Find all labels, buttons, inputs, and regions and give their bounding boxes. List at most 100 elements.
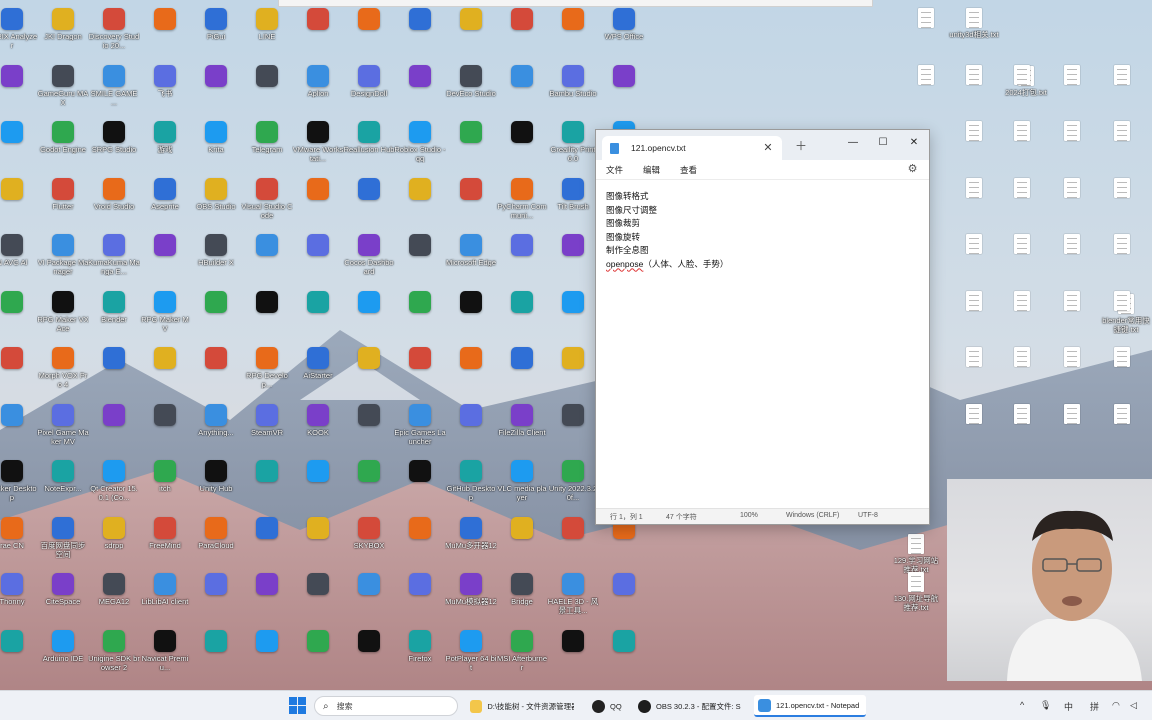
desktop-shortcut[interactable]: Tilt Brush [547,174,599,230]
desktop-shortcut[interactable]: SRPG Studio [88,117,140,173]
desktop-shortcut[interactable]: Krita [190,117,242,173]
desktop-shortcut[interactable]: LibLibAI client [139,569,191,625]
desktop-shortcut[interactable]: N AVG Al [0,230,38,286]
desktop-shortcut[interactable] [292,626,344,682]
desktop-shortcut[interactable] [496,287,548,343]
desktop-shortcut[interactable] [445,174,497,230]
desktop-shortcut[interactable]: SteamVR [241,400,293,456]
desktop-shortcut[interactable]: PiGui [190,4,242,60]
desktop-shortcut[interactable]: Unigine SDK browser 2 [88,626,140,682]
desktop-shortcut[interactable] [394,230,446,286]
taskbar-search[interactable]: ⌕ 搜索 [314,696,458,716]
desktop-shortcut[interactable] [292,456,344,512]
new-tab-icon[interactable]: ＋ [794,139,808,153]
desktop-shortcut[interactable]: MuMu模拟器12 [445,569,497,625]
desktop-shortcut[interactable]: JK! Dragon [37,4,89,60]
desktop-file[interactable] [996,230,1048,286]
desktop-shortcut[interactable] [445,117,497,173]
desktop-shortcut[interactable] [0,61,38,117]
notepad-text-area[interactable]: 图像转格式 图像尺寸调整 图像裁剪 图像旋转 制作全息图 openpose（人体… [596,180,929,500]
desktop-shortcut[interactable]: RPG Maker VX Ace [37,287,89,343]
desktop-shortcut[interactable]: VMware Workstati... [292,117,344,173]
desktop-shortcut[interactable] [190,626,242,682]
desktop-shortcut[interactable] [445,4,497,60]
desktop-shortcut[interactable]: Qt Creator 15.0.1 (Co... [88,456,140,512]
minimize-icon[interactable]: — [839,134,867,152]
desktop-file[interactable]: 130.网址导航推荐.txt [890,568,942,624]
desktop-shortcut[interactable]: Aplion [292,61,344,117]
desktop-shortcut[interactable]: Docker Desktop [0,456,38,512]
volume-icon[interactable]: ◁ [1130,700,1137,711]
desktop-shortcut[interactable]: Visual Studio Code [241,174,293,230]
desktop-shortcut[interactable]: PyCharm Communi... [496,174,548,230]
desktop-shortcut[interactable] [394,456,446,512]
desktop-shortcut[interactable]: SKYBOX [343,513,395,569]
desktop-file[interactable] [1096,230,1148,286]
desktop-shortcut[interactable] [343,174,395,230]
desktop-shortcut[interactable]: Firefox [394,626,446,682]
desktop-shortcut[interactable]: CiteSpace [37,569,89,625]
desktop-shortcut[interactable]: HAELE 3D - 风景工具... [547,569,599,625]
desktop-shortcut[interactable]: Blender [88,287,140,343]
desktop-shortcut[interactable]: AiStarter [292,343,344,399]
microphone-icon[interactable]: 🎙 [1040,700,1051,711]
desktop-shortcut[interactable] [394,569,446,625]
desktop-shortcut[interactable] [547,400,599,456]
desktop-file[interactable] [900,4,952,60]
desktop-shortcut[interactable]: VI Package Manager [37,230,89,286]
tray-ime-mode[interactable]: 中 [1064,700,1073,713]
desktop-shortcut[interactable]: Unity 2022.3.20f... [547,456,599,512]
notepad-tab[interactable]: 121.opencv.txt ✕ [602,136,782,160]
desktop-shortcut[interactable] [190,569,242,625]
desktop-shortcut[interactable]: PotPlayer 64 bit [445,626,497,682]
desktop-shortcut[interactable] [0,287,38,343]
desktop-shortcut[interactable] [241,61,293,117]
desktop-shortcut[interactable] [0,400,38,456]
desktop-shortcut[interactable] [547,626,599,682]
desktop-file[interactable]: unity3d相关.txt [948,4,1000,60]
desktop-shortcut[interactable] [547,230,599,286]
taskbar-item-explorer[interactable]: D:\技能树 - 文件资源管理器 [466,695,578,717]
desktop-file[interactable] [900,61,952,117]
desktop-file[interactable] [948,343,1000,399]
notepad-window[interactable]: 121.opencv.txt ✕ ＋ — ☐ ✕ 文件 编辑 查看 ⚙ 图像转格… [595,129,930,525]
desktop-shortcut[interactable] [190,61,242,117]
desktop-shortcut[interactable]: FileZilla Client [496,400,548,456]
desktop-file[interactable] [948,117,1000,173]
desktop-file[interactable] [948,287,1000,343]
desktop-shortcut[interactable] [343,626,395,682]
desktop-shortcut[interactable]: Anything... [190,400,242,456]
desktop-shortcut[interactable]: Epic Games Launcher [394,400,446,456]
desktop-file[interactable] [1046,400,1098,456]
desktop-shortcut[interactable]: RPG Develop... [241,343,293,399]
taskbar-item-obs[interactable]: OBS 30.2.3 - 配置文件: S [634,695,748,717]
desktop-shortcut[interactable] [292,230,344,286]
tray-overflow-icon[interactable]: ^ [1020,700,1024,710]
desktop-shortcut[interactable]: VLC media player [496,456,548,512]
desktop-shortcut[interactable]: Godot Engine [37,117,89,173]
status-zoom[interactable]: 100% [740,512,758,519]
gear-icon[interactable]: ⚙ [906,163,919,176]
desktop-shortcut[interactable] [241,230,293,286]
desktop-file[interactable] [1096,61,1148,117]
desktop-shortcut[interactable]: KumaKuma Manga E... [88,230,140,286]
desktop-file[interactable] [1046,287,1098,343]
desktop-shortcut[interactable]: MSI Afterburner [496,626,548,682]
desktop-shortcut[interactable] [241,569,293,625]
desktop-shortcut[interactable] [88,400,140,456]
desktop-shortcut[interactable] [241,456,293,512]
desktop-file[interactable] [1046,230,1098,286]
desktop-shortcut[interactable] [496,230,548,286]
desktop-shortcut[interactable]: HBuilder X [190,230,242,286]
desktop-shortcut[interactable]: sdrpp [88,513,140,569]
desktop-shortcut[interactable]: Greaility Print 6.0 [547,117,599,173]
menu-edit[interactable]: 编辑 [643,162,660,178]
desktop-shortcut[interactable] [547,287,599,343]
desktop-shortcut[interactable] [139,400,191,456]
desktop-shortcut[interactable] [241,287,293,343]
desktop-shortcut[interactable]: Thonny [0,569,38,625]
desktop-shortcut[interactable]: Navicat Premiu... [139,626,191,682]
desktop-shortcut[interactable] [0,343,38,399]
desktop-shortcut[interactable] [292,513,344,569]
desktop-shortcut[interactable] [343,4,395,60]
